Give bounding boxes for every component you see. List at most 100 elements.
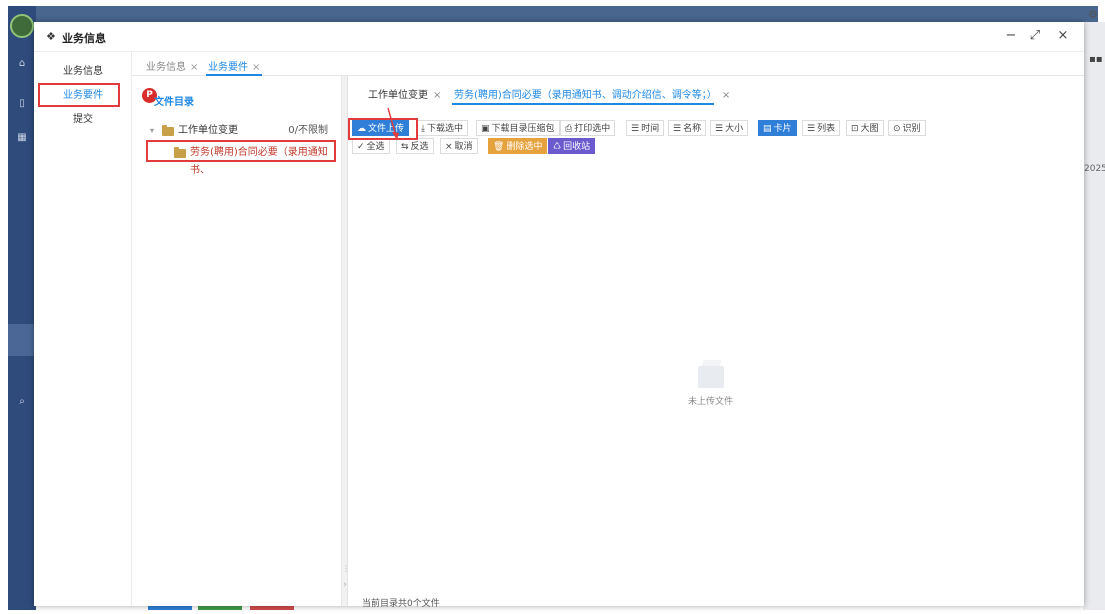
- chevron-down-icon[interactable]: ▾: [150, 122, 154, 140]
- top-tabs: 业务信息 × 业务要件 ×: [132, 52, 1084, 76]
- download-icon: ⤓: [421, 124, 425, 134]
- view-large-image-button[interactable]: ⊡ 大图: [846, 120, 884, 136]
- folder-icon: [162, 125, 174, 136]
- image-view-icon: ⊡: [851, 124, 859, 134]
- active-sub-tab-indicator: [452, 103, 714, 105]
- tab-close-icon[interactable]: ×: [433, 90, 441, 101]
- button-label: 打印选中: [574, 124, 611, 134]
- chevron-right-icon[interactable]: ›: [342, 580, 348, 590]
- sub-tab-label: 工作单位变更: [368, 90, 428, 101]
- tree-node-child[interactable]: 劳务(聘用)合同必要（录用通知书、: [132, 144, 342, 176]
- button-label: 名称: [683, 124, 702, 134]
- view-list-button[interactable]: ☰ 列表: [802, 120, 841, 136]
- sort-icon: ☰: [715, 124, 724, 134]
- button-label: 取消: [454, 142, 473, 152]
- archive-icon: ▣: [481, 124, 490, 134]
- button-label: 列表: [817, 124, 836, 134]
- grip-icon: ⋮: [342, 564, 350, 573]
- delete-selected-button[interactable]: 🗑 删除选中: [488, 138, 548, 154]
- empty-state-text: 未上传文件: [688, 397, 734, 407]
- tree-node-label: 工作单位变更: [178, 125, 238, 136]
- button-label: 删除选中: [506, 142, 543, 152]
- tab-close-icon[interactable]: ×: [190, 62, 198, 73]
- cloud-upload-icon: ☁: [357, 124, 366, 134]
- empty-box-icon: [696, 358, 726, 392]
- tab-label: 业务要件: [208, 62, 248, 73]
- button-label: 下载目录压缩包: [491, 124, 555, 134]
- apps-icon: ▪▪: [1089, 54, 1103, 65]
- gear-icon: ⚙: [1088, 8, 1098, 21]
- sort-icon: ☰: [673, 124, 682, 134]
- print-selected-button[interactable]: ⎙ 打印选中: [560, 120, 616, 136]
- sub-tab-work-unit-change[interactable]: 工作单位变更 ×: [368, 86, 441, 101]
- recycle-bin-button[interactable]: ♺ 回收站: [548, 138, 596, 154]
- card-view-icon: ▤: [763, 124, 772, 134]
- trash-icon: 🗑: [493, 142, 505, 152]
- button-label: 大小: [725, 124, 744, 134]
- panel-splitter[interactable]: ⋮ ›: [342, 76, 350, 606]
- button-label: 卡片: [773, 124, 792, 134]
- directory-panel: P 文件目录 ▾ 工作单位变更 0/不限制 劳务(聘用)合同必要（录用通知书、: [132, 76, 342, 606]
- nav-item-business-documents[interactable]: 业务要件: [38, 84, 128, 108]
- annotation-arrow-icon: [387, 107, 399, 140]
- grid-icon: ▦: [17, 132, 27, 143]
- business-info-modal: ❖ 业务信息 − ⤢ × 业务信息 业务要件 提交 业务信息 × 业务要件 × P …: [34, 22, 1084, 609]
- close-icon: ×: [445, 142, 453, 152]
- sort-icon: ☰: [631, 124, 640, 134]
- nav-item-submit[interactable]: 提交: [38, 108, 128, 132]
- background-sidebar: ⌂ ▯ ▦ ⌕: [8, 6, 36, 610]
- sort-by-time-button[interactable]: ☰ 时间: [626, 120, 665, 136]
- content-panel: ⋮ › 工作单位变更 × 劳务(聘用)合同必要（录用通知书、调动介绍信、调令等；）…: [342, 76, 1084, 609]
- background-topbar: [36, 6, 1098, 22]
- empty-state: 未上传文件: [688, 358, 733, 407]
- modal-header: ❖ 业务信息 − ⤢ ×: [34, 22, 1084, 52]
- button-label: 识别: [902, 124, 921, 134]
- tab-close-icon[interactable]: ×: [252, 62, 260, 73]
- button-label: 大图: [860, 124, 879, 134]
- recognize-button[interactable]: ⊙ 识别: [888, 120, 926, 136]
- tree-node-parent[interactable]: ▾ 工作单位变更 0/不限制: [132, 122, 342, 140]
- select-all-button[interactable]: ✓ 全选: [352, 138, 390, 154]
- list-view-icon: ☰: [807, 124, 816, 134]
- minimize-button[interactable]: −: [1002, 28, 1020, 43]
- folder-icon: [174, 147, 186, 158]
- document-icon: ▯: [19, 98, 25, 109]
- button-label: 全选: [366, 142, 385, 152]
- recognize-icon: ⊙: [893, 124, 901, 134]
- check-icon: ✓: [357, 142, 365, 152]
- app-logo: [10, 14, 34, 38]
- left-nav: 业务信息 业务要件 提交: [34, 52, 132, 606]
- directory-title: 文件目录: [154, 97, 194, 108]
- view-card-button[interactable]: ▤ 卡片: [758, 120, 797, 136]
- button-label: 反选: [410, 142, 429, 152]
- sort-by-size-button[interactable]: ☰ 大小: [710, 120, 749, 136]
- button-label: 回收站: [563, 142, 591, 152]
- background-right-panel: ⚙ ▪▪ 2025: [1083, 8, 1105, 610]
- restore-button[interactable]: ⤢: [1026, 28, 1044, 43]
- sub-tab-label: 劳务(聘用)合同必要（录用通知书、调动介绍信、调令等；）: [454, 90, 717, 101]
- sidebar-active-item: [8, 324, 36, 356]
- search-icon: ⌕: [19, 396, 25, 407]
- tab-close-icon[interactable]: ×: [722, 90, 730, 101]
- tree-node-limit: 0/不限制: [288, 125, 328, 136]
- sub-tab-labor-contract[interactable]: 劳务(聘用)合同必要（录用通知书、调动介绍信、调令等；） ×: [454, 86, 730, 101]
- recycle-icon: ♺: [553, 142, 562, 152]
- cancel-selection-button[interactable]: × 取消: [440, 138, 478, 154]
- download-archive-button[interactable]: ▣ 下载目录压缩包: [476, 120, 560, 136]
- sort-by-name-button[interactable]: ☰ 名称: [668, 120, 707, 136]
- sub-tabs: 工作单位变更 × 劳务(聘用)合同必要（录用通知书、调动介绍信、调令等；） ×: [348, 76, 1084, 106]
- close-button[interactable]: ×: [1054, 28, 1072, 43]
- tab-business-info[interactable]: 业务信息 ×: [146, 58, 198, 73]
- swap-icon: ⇆: [401, 142, 409, 152]
- layers-icon: ❖: [46, 30, 56, 43]
- tree-node-label: 劳务(聘用)合同必要（录用通知书、: [190, 147, 328, 176]
- printer-icon: ⎙: [565, 124, 573, 134]
- nav-item-business-info[interactable]: 业务信息: [38, 60, 128, 84]
- button-label: 时间: [641, 124, 660, 134]
- background-year: 2025: [1084, 164, 1105, 174]
- tab-label: 业务信息: [146, 62, 186, 73]
- download-selected-button[interactable]: ⤓ 下载选中: [416, 120, 468, 136]
- button-label: 下载选中: [426, 124, 463, 134]
- tab-business-documents[interactable]: 业务要件 ×: [208, 58, 260, 73]
- home-icon: ⌂: [18, 58, 26, 69]
